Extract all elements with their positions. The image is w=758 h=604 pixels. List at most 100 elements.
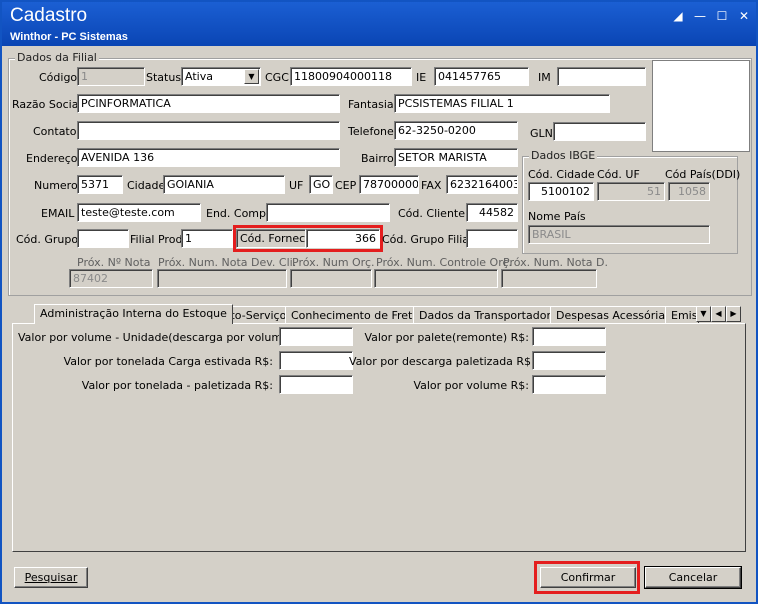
window-subtitle: Winthor - PC Sistemas xyxy=(10,31,128,43)
restore-icon[interactable]: ◢ xyxy=(670,8,686,24)
gln-field[interactable] xyxy=(553,122,646,141)
pesquisar-button[interactable]: Pesquisar xyxy=(14,567,88,588)
tonelada-paletizada-label: Valor por tonelada - paletizada R$: xyxy=(81,379,273,392)
cgc-label: CGC xyxy=(265,71,289,84)
uf-label: UF xyxy=(289,179,304,192)
fantasia-field[interactable]: PCSISTEMAS FILIAL 1 xyxy=(394,94,610,113)
proxcontrole-field[interactable] xyxy=(374,269,498,288)
close-icon[interactable]: ✕ xyxy=(736,8,752,24)
volume-unidade-label: Valor por volume - Unidade(descarga por … xyxy=(18,331,312,344)
codigo-field[interactable]: 1 xyxy=(77,67,145,86)
proxnotad-label: Próx. Num. Nota D. xyxy=(503,256,608,269)
contato-field[interactable] xyxy=(77,121,340,140)
endcomp-label: End. Comp. xyxy=(206,207,270,220)
cep-label: CEP xyxy=(335,179,357,192)
codcliente-field[interactable]: 44582 xyxy=(466,203,518,222)
nomepais-label: Nome País xyxy=(528,210,586,223)
descarga-paletizada-field[interactable] xyxy=(532,351,606,370)
proxnotad-field[interactable] xyxy=(501,269,597,288)
numero-field[interactable]: 5371 xyxy=(77,175,123,194)
coduf-field[interactable]: 51 xyxy=(597,182,665,201)
title-bar: Cadastro Winthor - PC Sistemas ◢ — ☐ ✕ xyxy=(2,2,756,46)
contato-label: Contato xyxy=(33,125,77,138)
tonelada-paletizada-field[interactable] xyxy=(279,375,353,394)
fax-field[interactable]: 6232164003 xyxy=(446,175,518,194)
endereco-field[interactable]: AVENIDA 136 xyxy=(77,148,340,167)
uf-field[interactable]: GO xyxy=(309,175,333,194)
gln-label: GLN xyxy=(530,127,553,140)
proxnotadev-field[interactable] xyxy=(157,269,287,288)
proxorc-field[interactable] xyxy=(290,269,372,288)
codpais-field[interactable]: 1058 xyxy=(668,182,710,201)
palete-field[interactable] xyxy=(532,327,606,346)
email-label: EMAIL xyxy=(41,207,75,220)
nomepais-field[interactable]: BRASIL xyxy=(528,225,710,244)
tonelada-estivada-label: Valor por tonelada Carga estivada R$: xyxy=(63,355,273,368)
codigo-label: Código xyxy=(39,71,78,84)
window-title: Cadastro xyxy=(10,5,88,26)
cadastro-window: Cadastro Winthor - PC Sistemas ◢ — ☐ ✕ D… xyxy=(0,0,758,604)
tab-bar: Administração Interna do Estoque Auto-Se… xyxy=(12,304,746,324)
codgrupofilial-label: Cód. Grupo Filial xyxy=(382,233,473,246)
descarga-paletizada-label: Valor por descarga paletizada R$: xyxy=(349,355,535,368)
im-field[interactable] xyxy=(557,67,646,86)
status-value: Ativa xyxy=(185,70,213,83)
client-area: Dados da Filial Código 1 Status Ativa ▼ … xyxy=(4,46,754,602)
coduf-label: Cód. UF xyxy=(597,168,640,181)
tab-despesas-acessorias[interactable]: Despesas Acessórias xyxy=(550,306,677,324)
dados-filial-title: Dados da Filial xyxy=(15,51,99,64)
bairro-label: Bairro xyxy=(361,152,394,165)
endereco-label: Endereço xyxy=(26,152,78,165)
volume-label: Valor por volume R$: xyxy=(413,379,529,392)
cep-field[interactable]: 78700000 xyxy=(359,175,419,194)
cancelar-button[interactable]: Cancelar xyxy=(644,566,742,589)
im-label: IM xyxy=(538,71,551,84)
status-select[interactable]: Ativa ▼ xyxy=(181,67,261,86)
ie-field[interactable]: 041457765 xyxy=(434,67,529,86)
tonelada-estivada-field[interactable] xyxy=(279,351,353,370)
cidade-field[interactable]: GOIANIA xyxy=(163,175,285,194)
palete-label: Valor por palete(remonte) R$: xyxy=(364,331,529,344)
tab-dados-transportadora[interactable]: Dados da Transportadora xyxy=(413,306,564,324)
cidade-label: Cidade xyxy=(127,179,166,192)
maximize-icon[interactable]: ☐ xyxy=(714,8,730,24)
codcidade-field[interactable]: 5100102 xyxy=(528,182,594,201)
codcliente-label: Cód. Cliente xyxy=(398,207,465,220)
tab-menu-icon[interactable]: ▼ xyxy=(696,306,711,322)
codpais-label: Cód País(DDI) xyxy=(665,168,741,181)
cgc-field[interactable]: 11800904000118 xyxy=(290,67,412,86)
telefone-field[interactable]: 62-3250-0200 xyxy=(394,121,518,140)
pesquisar-label: Pesquisar xyxy=(24,571,78,584)
tab-emiss[interactable]: Emiss xyxy=(665,306,699,324)
status-label: Status xyxy=(146,71,182,84)
tab-administracao-estoque[interactable]: Administração Interna do Estoque xyxy=(34,304,233,324)
codcidade-label: Cód. Cidade xyxy=(528,168,595,181)
proxnotadev-label: Próx. Num. Nota Dev. Cli. xyxy=(158,256,297,269)
chevron-down-icon[interactable]: ▼ xyxy=(244,69,259,84)
endcomp-field[interactable] xyxy=(266,203,390,222)
photo-box xyxy=(652,60,750,152)
codgrupofilial-field[interactable] xyxy=(466,229,518,248)
minimize-icon[interactable]: — xyxy=(692,8,708,24)
razao-field[interactable]: PCINFORMATICA xyxy=(77,94,340,113)
tab-conhecimento-frete[interactable]: Conhecimento de Frete xyxy=(285,306,426,324)
tab-scroll-right-icon[interactable]: ▶ xyxy=(726,306,741,322)
email-field[interactable]: teste@teste.com xyxy=(77,203,201,222)
dados-ibge-title: Dados IBGE xyxy=(529,149,598,162)
codgrupo-field[interactable] xyxy=(77,229,129,248)
tab-scroll-left-icon[interactable]: ◀ xyxy=(711,306,726,322)
proxnota-field[interactable]: 87402 xyxy=(69,269,153,288)
volume-field[interactable] xyxy=(532,375,606,394)
proxcontrole-label: Próx. Num. Controle Orç. xyxy=(376,256,513,269)
numero-label: Numero xyxy=(34,179,78,192)
proxnota-label: Próx. Nº Nota xyxy=(77,256,151,269)
telefone-label: Telefone xyxy=(348,125,394,138)
codfornec-highlight xyxy=(233,225,383,252)
fantasia-label: Fantasia xyxy=(348,98,394,111)
filialprod-label: Filial Prod. xyxy=(130,233,186,246)
razao-label: Razão Social xyxy=(12,98,82,111)
codgrupo-label: Cód. Grupo xyxy=(16,233,79,246)
filialprod-field[interactable]: 1 xyxy=(181,229,233,248)
bairro-field[interactable]: SETOR MARISTA xyxy=(394,148,518,167)
volume-unidade-field[interactable] xyxy=(279,327,353,346)
